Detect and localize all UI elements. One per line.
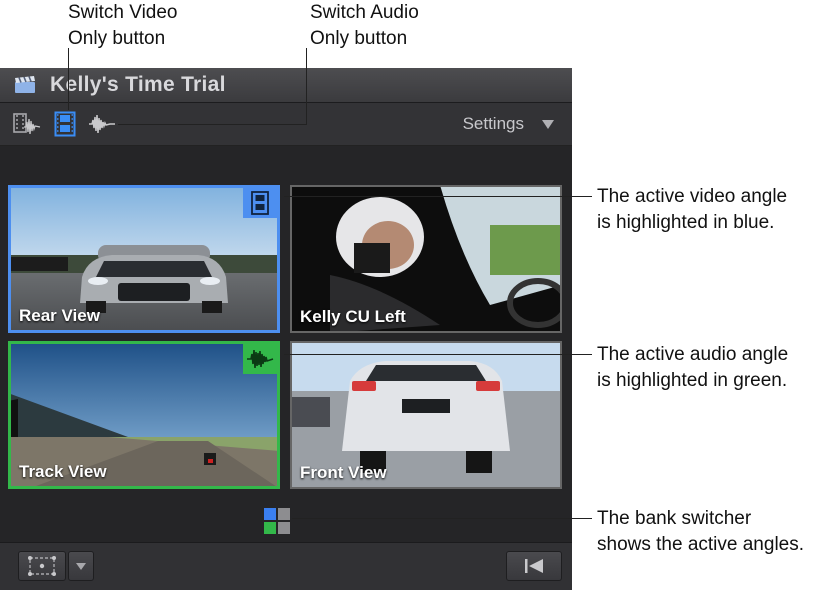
leader-line xyxy=(284,354,592,355)
clip-settings-button[interactable] xyxy=(18,551,66,581)
clip-settings-icon xyxy=(28,556,56,576)
bank-switcher[interactable] xyxy=(264,508,290,534)
film-waveform-icon xyxy=(13,113,41,135)
waveform-icon xyxy=(243,344,277,374)
waveform-icon xyxy=(89,114,115,134)
clip-settings-menu[interactable] xyxy=(68,551,94,581)
angle-track-view[interactable]: Track View xyxy=(8,341,280,489)
callout-text: Only button xyxy=(310,28,408,49)
leader-line xyxy=(306,48,307,125)
callout-text: The active audio angle xyxy=(597,344,789,365)
leader-line xyxy=(118,124,307,125)
callout-text: Only button xyxy=(68,28,166,49)
callout-text: shows the active angles. xyxy=(597,534,805,555)
angle-rear-view[interactable]: Rear View xyxy=(8,185,280,333)
clapper-icon xyxy=(15,76,35,93)
angle-label: Kelly CU Left xyxy=(300,307,406,326)
leader-line xyxy=(284,196,592,197)
callout-switch-audio: Switch Audio Only button xyxy=(310,0,419,52)
callout-active-video: The active video angle is highlighted in… xyxy=(597,184,787,236)
angle-kelly-cu-left[interactable]: Kelly CU Left xyxy=(290,185,562,333)
go-to-start-button[interactable] xyxy=(506,551,562,581)
settings-menu[interactable]: Settings xyxy=(463,114,524,134)
bank-switcher-icon xyxy=(264,508,290,534)
film-icon xyxy=(243,188,277,218)
callout-text: is highlighted in blue. xyxy=(597,212,775,233)
skip-back-icon xyxy=(525,559,543,573)
callout-switch-video: Switch Video Only button xyxy=(68,0,178,52)
callout-text: is highlighted in green. xyxy=(597,370,788,391)
angle-front-view[interactable]: Front View xyxy=(290,341,562,489)
title-bar: Kelly's Time Trial xyxy=(0,68,572,103)
angle-viewer: Kelly's Time Trial Settings Rear View Ke… xyxy=(0,68,572,590)
callout-active-audio: The active audio angle is highlighted in… xyxy=(597,342,788,394)
switch-audio-only-button[interactable] xyxy=(88,111,116,137)
callout-text: Switch Audio xyxy=(310,2,419,23)
callout-text: The active video angle xyxy=(597,186,788,207)
leader-line xyxy=(292,518,592,519)
switch-video-only-button[interactable] xyxy=(54,111,76,137)
angle-label: Track View xyxy=(19,462,107,481)
active-video-badge xyxy=(243,188,277,218)
page-title: Kelly's Time Trial xyxy=(50,73,226,96)
callout-text: Switch Video xyxy=(68,2,178,23)
chevron-down-icon xyxy=(76,563,86,570)
settings-dropdown-icon[interactable] xyxy=(542,120,554,129)
switch-video-audio-button[interactable] xyxy=(12,111,42,137)
bottom-bar xyxy=(0,542,572,590)
callout-text: The bank switcher xyxy=(597,508,752,529)
active-audio-badge xyxy=(243,344,277,374)
angle-label: Front View xyxy=(300,463,387,482)
leader-line xyxy=(68,48,69,110)
film-icon xyxy=(54,111,76,137)
callout-bank-switcher: The bank switcher shows the active angle… xyxy=(597,506,804,558)
angle-label: Rear View xyxy=(19,306,100,325)
